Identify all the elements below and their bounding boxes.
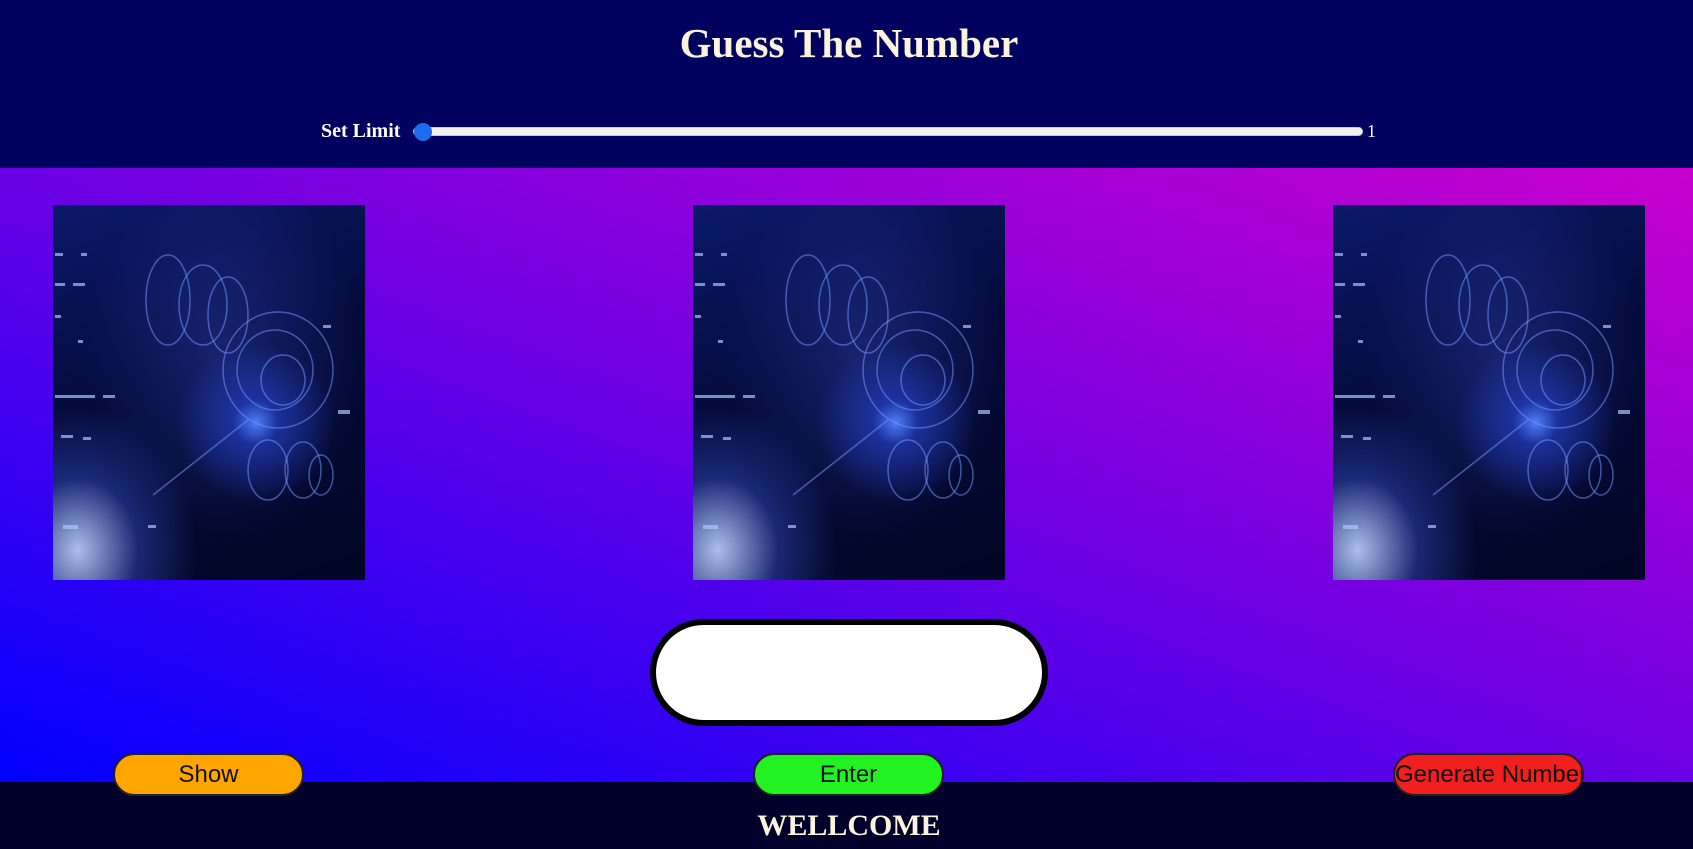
card-art (695, 253, 990, 529)
show-button[interactable]: Show (113, 753, 304, 796)
card-art (1335, 253, 1630, 529)
page-title: Guess The Number (679, 20, 1019, 66)
set-limit-label: Set Limit (321, 120, 401, 142)
enter-button[interactable]: Enter (753, 753, 944, 796)
generate-number-button[interactable]: Generate Number (1393, 753, 1584, 796)
card-image-2[interactable] (693, 205, 1005, 580)
limit-value: 1 (1367, 121, 1376, 141)
card-image-3[interactable] (1333, 205, 1645, 580)
guess-input[interactable] (650, 619, 1048, 726)
status-message: WELLCOME (757, 809, 941, 842)
header: Guess The Number Set Limit 1 (0, 0, 1693, 168)
card-art (55, 253, 350, 529)
limit-slider[interactable] (413, 124, 1363, 138)
card-image-1[interactable] (53, 205, 365, 580)
